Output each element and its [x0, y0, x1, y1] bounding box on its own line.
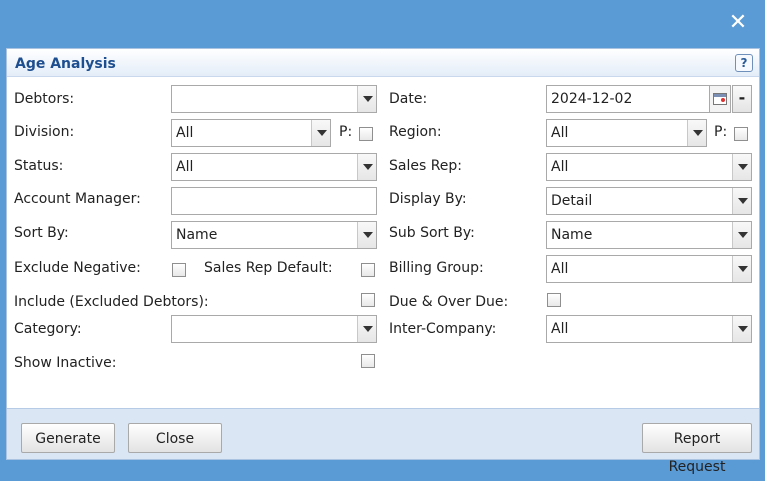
calendar-icon[interactable]: [709, 85, 731, 113]
sales-rep-default-label: Sales Rep Default:: [204, 260, 333, 276]
show-inactive-checkbox[interactable]: [361, 354, 375, 368]
form-body: Debtors: Division: All P: Status: All Ac…: [7, 77, 759, 409]
region-label: Region:: [389, 124, 442, 140]
display-by-select[interactable]: Detail: [546, 187, 752, 215]
status-label: Status:: [14, 158, 64, 174]
chevron-down-icon[interactable]: [732, 154, 751, 180]
billing-group-select[interactable]: All: [546, 255, 752, 283]
sales-rep-select[interactable]: All: [546, 153, 752, 181]
include-excluded-label: Include (Excluded Debtors):: [14, 294, 209, 310]
page-title: Age Analysis: [15, 56, 116, 72]
category-select[interactable]: [171, 315, 377, 343]
sort-by-select[interactable]: Name: [171, 221, 377, 249]
region-select[interactable]: All: [546, 119, 707, 147]
division-p-checkbox[interactable]: [359, 127, 373, 141]
date-input[interactable]: 2024-12-02: [546, 85, 710, 113]
account-manager-input[interactable]: [171, 187, 377, 215]
sales-rep-value: All: [551, 159, 569, 175]
billing-group-value: All: [551, 261, 569, 277]
chevron-down-icon[interactable]: [732, 316, 751, 342]
chevron-down-icon[interactable]: [732, 256, 751, 282]
due-over-due-checkbox[interactable]: [547, 293, 561, 307]
sales-rep-label: Sales Rep:: [389, 158, 463, 174]
billing-group-label: Billing Group:: [389, 260, 484, 276]
sub-sort-by-select[interactable]: Name: [546, 221, 752, 249]
date-value: 2024-12-02: [551, 91, 633, 107]
close-button[interactable]: Close: [128, 423, 222, 453]
sub-sort-by-value: Name: [551, 227, 593, 243]
due-over-due-label: Due & Over Due:: [389, 294, 509, 310]
panel-header: Age Analysis ?: [7, 49, 759, 77]
sort-by-value: Name: [176, 227, 218, 243]
region-value: All: [551, 125, 569, 141]
region-p-checkbox[interactable]: [734, 127, 748, 141]
chevron-down-icon[interactable]: [311, 120, 330, 146]
chevron-down-icon[interactable]: [357, 154, 376, 180]
inter-company-label: Inter-Company:: [389, 321, 497, 337]
division-select[interactable]: All: [171, 119, 331, 147]
date-clear-button[interactable]: -: [732, 85, 752, 113]
account-manager-label: Account Manager:: [14, 191, 141, 207]
include-excluded-checkbox[interactable]: [361, 293, 375, 307]
show-inactive-label: Show Inactive:: [14, 355, 117, 371]
display-by-value: Detail: [551, 193, 593, 209]
exclude-negative-label: Exclude Negative:: [14, 260, 141, 276]
category-label: Category:: [14, 321, 82, 337]
exclude-negative-checkbox[interactable]: [172, 263, 186, 277]
debtors-select[interactable]: [171, 85, 377, 113]
sort-by-label: Sort By:: [14, 225, 69, 241]
chevron-down-icon[interactable]: [687, 120, 706, 146]
chevron-down-icon[interactable]: [357, 222, 376, 248]
chevron-down-icon[interactable]: [732, 222, 751, 248]
date-label: Date:: [389, 91, 428, 107]
generate-button[interactable]: Generate: [21, 423, 115, 453]
report-request-button[interactable]: Report Request: [642, 423, 752, 475]
sub-sort-by-label: Sub Sort By:: [389, 225, 475, 241]
help-icon[interactable]: ?: [735, 54, 753, 72]
status-value: All: [176, 159, 194, 175]
close-icon[interactable]: ✕: [727, 12, 749, 34]
age-analysis-panel: Age Analysis ? Debtors: Division: All P:…: [6, 48, 760, 475]
division-label: Division:: [14, 124, 75, 140]
chevron-down-icon[interactable]: [357, 86, 376, 112]
region-p-label: P:: [714, 124, 728, 140]
inter-company-value: All: [551, 321, 569, 337]
display-by-label: Display By:: [389, 191, 467, 207]
chevron-down-icon[interactable]: [732, 188, 751, 214]
inter-company-select[interactable]: All: [546, 315, 752, 343]
sales-rep-default-checkbox[interactable]: [361, 263, 375, 277]
division-value: All: [176, 125, 194, 141]
division-p-label: P:: [339, 124, 353, 140]
status-select[interactable]: All: [171, 153, 377, 181]
debtors-label: Debtors:: [14, 91, 75, 107]
chevron-down-icon[interactable]: [357, 316, 376, 342]
